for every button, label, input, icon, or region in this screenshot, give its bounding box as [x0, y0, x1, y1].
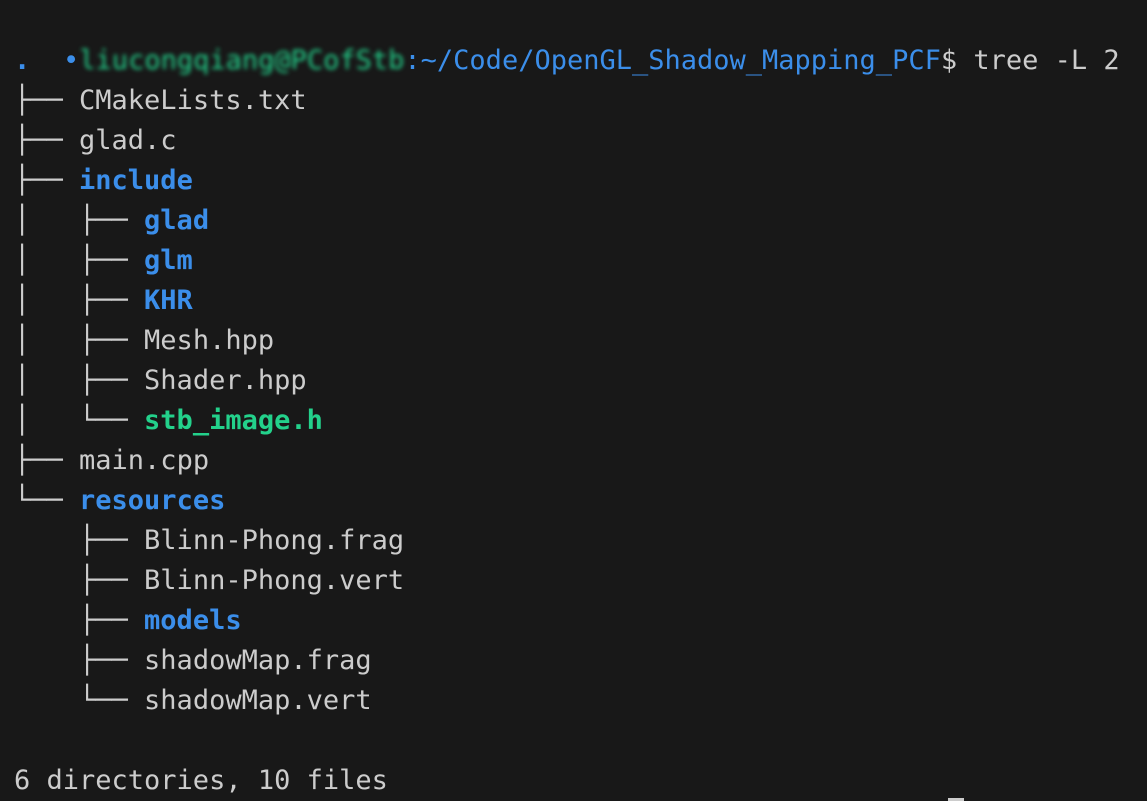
tree-branch: │ ├──	[14, 205, 145, 236]
terminal-window[interactable]: •liucongqiang@PCofStb:~/Code/OpenGL_Shad…	[0, 0, 1147, 801]
tree-branch: ├──	[14, 125, 80, 156]
directory-name: glm	[144, 245, 193, 276]
file-name: stb_image.h	[144, 405, 323, 436]
file-name: shadowMap.vert	[144, 685, 372, 716]
tree-entry: ├── Blinn-Phong.frag	[14, 521, 404, 561]
file-name: Blinn-Phong.vert	[144, 565, 405, 596]
tree-branch: │ ├──	[14, 285, 145, 316]
file-name: main.cpp	[79, 445, 210, 476]
tree-branch: ├──	[14, 565, 145, 596]
tree-branch: ├──	[14, 525, 145, 556]
tree-branch: │ ├──	[14, 325, 145, 356]
file-name: CMakeLists.txt	[79, 85, 307, 116]
command-text: tree -L 2	[957, 45, 1120, 76]
tree-entry: ├── models	[14, 601, 242, 641]
tree-entry: │ ├── Mesh.hpp	[14, 321, 274, 361]
prompt-marker: •	[63, 45, 80, 76]
tree-branch: └──	[14, 685, 145, 716]
tree-branch: ├──	[14, 445, 80, 476]
prompt-user-host: liucongqiang@PCofStb	[79, 45, 405, 76]
directory-name: KHR	[144, 285, 193, 316]
prompt-line: •liucongqiang@PCofStb:~/Code/OpenGL_Shad…	[0, 1, 1120, 76]
tree-entry: ├── CMakeLists.txt	[14, 81, 307, 121]
directory-name: include	[79, 165, 193, 196]
tree-entry: │ ├── KHR	[14, 281, 193, 321]
file-name: shadowMap.frag	[144, 645, 372, 676]
file-name: glad.c	[79, 125, 177, 156]
tree-branch: ├──	[14, 605, 145, 636]
tree-entry: │ ├── glm	[14, 241, 193, 281]
tree-branch: ├──	[14, 165, 80, 196]
tree-entry: │ ├── Shader.hpp	[14, 361, 307, 401]
directory-name: models	[144, 605, 242, 636]
tree-entry: └── shadowMap.vert	[14, 681, 372, 721]
prompt-symbol: $	[940, 45, 958, 76]
tree-branch: │ ├──	[14, 245, 145, 276]
file-name: Shader.hpp	[144, 365, 307, 396]
file-name: Blinn-Phong.frag	[144, 525, 405, 556]
tree-branch: ├──	[14, 85, 80, 116]
tree-summary: 6 directories, 10 files	[14, 765, 388, 796]
tree-entry: └── resources	[14, 481, 225, 521]
directory-name: resources	[79, 485, 226, 516]
tree-entry: ├── Blinn-Phong.vert	[14, 561, 404, 601]
tree-entry: ├── main.cpp	[14, 441, 209, 481]
tree-root: .	[14, 45, 31, 76]
tree-entry: ├── include	[14, 161, 193, 201]
tree-entry: │ ├── glad	[14, 201, 209, 241]
tree-branch: │ ├──	[14, 365, 145, 396]
tree-entry: ├── glad.c	[14, 121, 177, 161]
tree-branch: ├──	[14, 645, 145, 676]
directory-name: glad	[144, 205, 210, 236]
tree-entry: ├── shadowMap.frag	[14, 641, 372, 681]
tree-entry: │ └── stb_image.h	[14, 401, 323, 441]
tree-branch: └──	[14, 485, 80, 516]
file-name: Mesh.hpp	[144, 325, 275, 356]
tree-branch: │ └──	[14, 405, 145, 436]
prompt-path: :~/Code/OpenGL_Shadow_Mapping_PCF	[404, 45, 941, 76]
